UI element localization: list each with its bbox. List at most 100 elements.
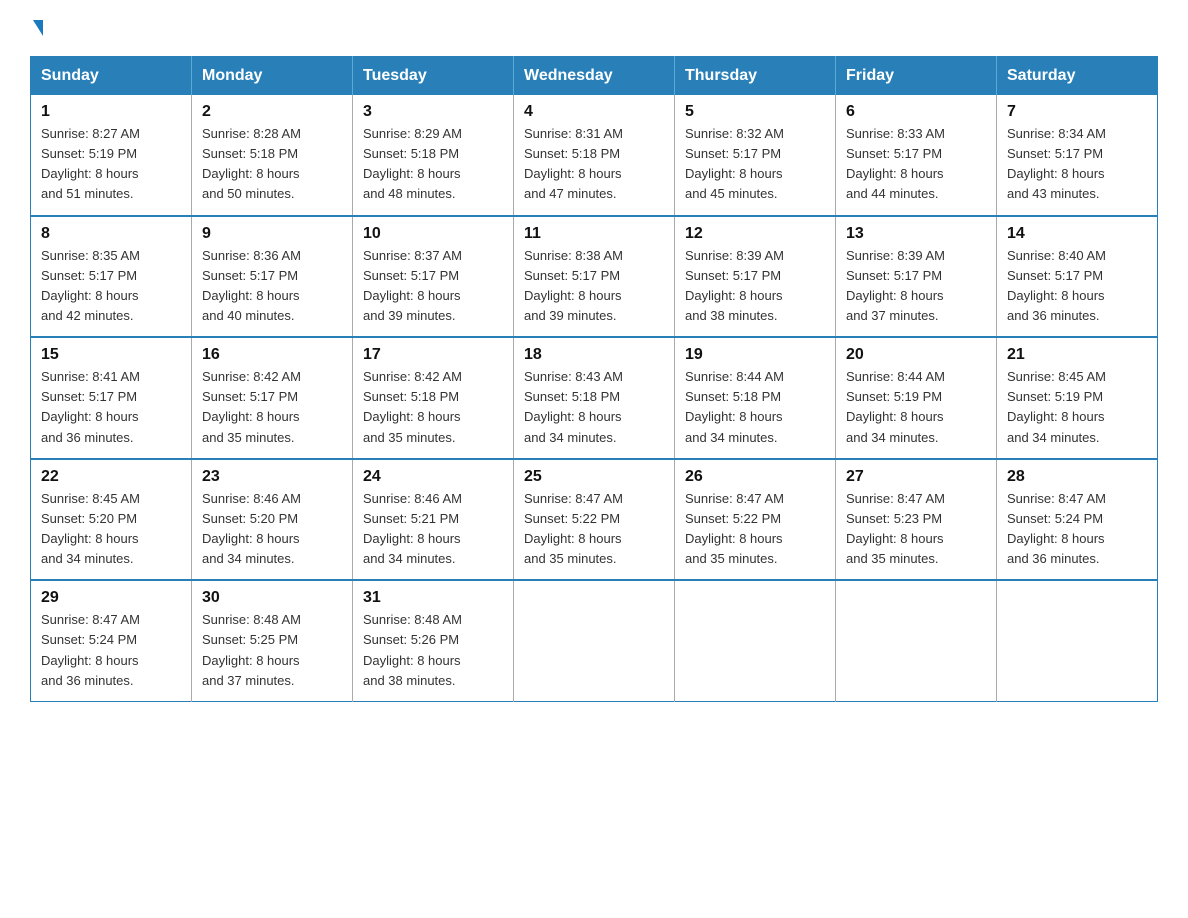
day-info: Sunrise: 8:47 AMSunset: 5:22 PMDaylight:…: [685, 489, 825, 570]
day-info: Sunrise: 8:32 AMSunset: 5:17 PMDaylight:…: [685, 124, 825, 205]
day-info: Sunrise: 8:47 AMSunset: 5:22 PMDaylight:…: [524, 489, 664, 570]
day-number: 11: [524, 225, 664, 243]
calendar-cell: 10 Sunrise: 8:37 AMSunset: 5:17 PMDayligh…: [353, 216, 514, 338]
calendar-week-row: 29 Sunrise: 8:47 AMSunset: 5:24 PMDayligh…: [31, 580, 1158, 701]
day-info: Sunrise: 8:43 AMSunset: 5:18 PMDaylight:…: [524, 367, 664, 448]
calendar-cell: [836, 580, 997, 701]
calendar-cell: 2 Sunrise: 8:28 AMSunset: 5:18 PMDaylight…: [192, 95, 353, 216]
column-header-sunday: Sunday: [31, 57, 192, 96]
calendar-cell: 25 Sunrise: 8:47 AMSunset: 5:22 PMDayligh…: [514, 459, 675, 581]
day-number: 27: [846, 468, 986, 486]
day-number: 6: [846, 103, 986, 121]
day-number: 17: [363, 346, 503, 364]
calendar-cell: 8 Sunrise: 8:35 AMSunset: 5:17 PMDaylight…: [31, 216, 192, 338]
calendar-cell: [997, 580, 1158, 701]
day-number: 1: [41, 103, 181, 121]
calendar-cell: 29 Sunrise: 8:47 AMSunset: 5:24 PMDayligh…: [31, 580, 192, 701]
calendar-cell: 28Sunrise: 8:47 AMSunset: 5:24 PMDayligh…: [997, 459, 1158, 581]
day-info: Sunrise: 8:41 AMSunset: 5:17 PMDaylight:…: [41, 367, 181, 448]
day-info: Sunrise: 8:37 AMSunset: 5:17 PMDaylight:…: [363, 246, 503, 327]
day-info: Sunrise: 8:45 AMSunset: 5:20 PMDaylight:…: [41, 489, 181, 570]
calendar-cell: 13 Sunrise: 8:39 AMSunset: 5:17 PMDayligh…: [836, 216, 997, 338]
calendar-cell: 9 Sunrise: 8:36 AMSunset: 5:17 PMDaylight…: [192, 216, 353, 338]
day-number: 4: [524, 103, 664, 121]
day-number: 21: [1007, 346, 1147, 364]
day-number: 30: [202, 589, 342, 607]
calendar-cell: 3Sunrise: 8:29 AMSunset: 5:18 PMDaylight…: [353, 95, 514, 216]
day-info: Sunrise: 8:39 AMSunset: 5:17 PMDaylight:…: [846, 246, 986, 327]
calendar-cell: 4Sunrise: 8:31 AMSunset: 5:18 PMDaylight…: [514, 95, 675, 216]
calendar-cell: [675, 580, 836, 701]
day-info: Sunrise: 8:28 AMSunset: 5:18 PMDaylight:…: [202, 124, 342, 205]
day-number: 2: [202, 103, 342, 121]
day-info: Sunrise: 8:39 AMSunset: 5:17 PMDaylight:…: [685, 246, 825, 327]
column-header-friday: Friday: [836, 57, 997, 96]
calendar-cell: 19 Sunrise: 8:44 AMSunset: 5:18 PMDayligh…: [675, 337, 836, 459]
calendar-cell: 27 Sunrise: 8:47 AMSunset: 5:23 PMDayligh…: [836, 459, 997, 581]
day-number: 13: [846, 225, 986, 243]
day-number: 24: [363, 468, 503, 486]
day-info: Sunrise: 8:42 AMSunset: 5:17 PMDaylight:…: [202, 367, 342, 448]
day-number: 16: [202, 346, 342, 364]
calendar-cell: 17 Sunrise: 8:42 AMSunset: 5:18 PMDayligh…: [353, 337, 514, 459]
calendar-cell: 12Sunrise: 8:39 AMSunset: 5:17 PMDayligh…: [675, 216, 836, 338]
column-header-wednesday: Wednesday: [514, 57, 675, 96]
calendar-cell: 26 Sunrise: 8:47 AMSunset: 5:22 PMDayligh…: [675, 459, 836, 581]
calendar-week-row: 8 Sunrise: 8:35 AMSunset: 5:17 PMDaylight…: [31, 216, 1158, 338]
calendar-cell: 20 Sunrise: 8:44 AMSunset: 5:19 PMDayligh…: [836, 337, 997, 459]
calendar-cell: 23 Sunrise: 8:46 AMSunset: 5:20 PMDayligh…: [192, 459, 353, 581]
logo-triangle-icon: [33, 20, 43, 36]
day-number: 23: [202, 468, 342, 486]
day-info: Sunrise: 8:34 AMSunset: 5:17 PMDaylight:…: [1007, 124, 1147, 205]
column-header-saturday: Saturday: [997, 57, 1158, 96]
day-number: 19: [685, 346, 825, 364]
calendar-cell: [514, 580, 675, 701]
day-info: Sunrise: 8:42 AMSunset: 5:18 PMDaylight:…: [363, 367, 503, 448]
day-number: 7: [1007, 103, 1147, 121]
page-header: [30, 20, 1158, 38]
calendar-cell: 14 Sunrise: 8:40 AMSunset: 5:17 PMDayligh…: [997, 216, 1158, 338]
day-number: 18: [524, 346, 664, 364]
calendar-cell: 11Sunrise: 8:38 AMSunset: 5:17 PMDayligh…: [514, 216, 675, 338]
day-number: 25: [524, 468, 664, 486]
calendar-cell: 7 Sunrise: 8:34 AMSunset: 5:17 PMDaylight…: [997, 95, 1158, 216]
calendar-cell: 21Sunrise: 8:45 AMSunset: 5:19 PMDayligh…: [997, 337, 1158, 459]
calendar-cell: 16 Sunrise: 8:42 AMSunset: 5:17 PMDayligh…: [192, 337, 353, 459]
day-number: 8: [41, 225, 181, 243]
day-number: 14: [1007, 225, 1147, 243]
day-number: 9: [202, 225, 342, 243]
day-info: Sunrise: 8:48 AMSunset: 5:25 PMDaylight:…: [202, 610, 342, 691]
day-info: Sunrise: 8:40 AMSunset: 5:17 PMDaylight:…: [1007, 246, 1147, 327]
day-info: Sunrise: 8:36 AMSunset: 5:17 PMDaylight:…: [202, 246, 342, 327]
calendar-cell: 1 Sunrise: 8:27 AMSunset: 5:19 PMDaylight…: [31, 95, 192, 216]
day-info: Sunrise: 8:44 AMSunset: 5:19 PMDaylight:…: [846, 367, 986, 448]
day-info: Sunrise: 8:47 AMSunset: 5:24 PMDaylight:…: [41, 610, 181, 691]
calendar-cell: 22Sunrise: 8:45 AMSunset: 5:20 PMDayligh…: [31, 459, 192, 581]
logo-blue-text: [30, 20, 43, 38]
day-info: Sunrise: 8:44 AMSunset: 5:18 PMDaylight:…: [685, 367, 825, 448]
day-number: 10: [363, 225, 503, 243]
day-number: 28: [1007, 468, 1147, 486]
calendar-cell: 31Sunrise: 8:48 AMSunset: 5:26 PMDayligh…: [353, 580, 514, 701]
day-number: 3: [363, 103, 503, 121]
day-number: 20: [846, 346, 986, 364]
day-info: Sunrise: 8:46 AMSunset: 5:20 PMDaylight:…: [202, 489, 342, 570]
calendar-week-row: 1 Sunrise: 8:27 AMSunset: 5:19 PMDaylight…: [31, 95, 1158, 216]
day-info: Sunrise: 8:47 AMSunset: 5:23 PMDaylight:…: [846, 489, 986, 570]
calendar-week-row: 15 Sunrise: 8:41 AMSunset: 5:17 PMDayligh…: [31, 337, 1158, 459]
day-number: 5: [685, 103, 825, 121]
calendar-week-row: 22Sunrise: 8:45 AMSunset: 5:20 PMDayligh…: [31, 459, 1158, 581]
day-info: Sunrise: 8:35 AMSunset: 5:17 PMDaylight:…: [41, 246, 181, 327]
calendar-header-row: SundayMondayTuesdayWednesdayThursdayFrid…: [31, 57, 1158, 96]
column-header-monday: Monday: [192, 57, 353, 96]
day-number: 26: [685, 468, 825, 486]
day-info: Sunrise: 8:27 AMSunset: 5:19 PMDaylight:…: [41, 124, 181, 205]
logo: [30, 20, 43, 38]
day-number: 31: [363, 589, 503, 607]
calendar-cell: 5 Sunrise: 8:32 AMSunset: 5:17 PMDaylight…: [675, 95, 836, 216]
day-info: Sunrise: 8:46 AMSunset: 5:21 PMDaylight:…: [363, 489, 503, 570]
calendar-cell: 18 Sunrise: 8:43 AMSunset: 5:18 PMDayligh…: [514, 337, 675, 459]
day-number: 29: [41, 589, 181, 607]
day-info: Sunrise: 8:33 AMSunset: 5:17 PMDaylight:…: [846, 124, 986, 205]
day-number: 15: [41, 346, 181, 364]
